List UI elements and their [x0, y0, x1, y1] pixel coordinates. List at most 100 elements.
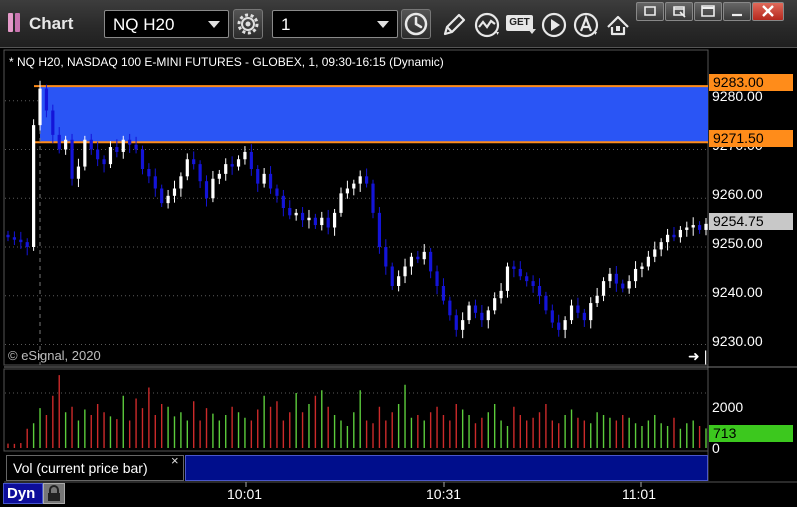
candle-body	[621, 283, 625, 289]
candle-body	[224, 164, 228, 174]
candle-body	[198, 164, 202, 182]
candle-body	[480, 312, 484, 321]
candle-body	[211, 178, 215, 199]
candle-body	[307, 217, 311, 221]
zone-upper-tag: 9283.00	[709, 74, 793, 91]
float-button[interactable]	[665, 2, 693, 21]
candle-body	[38, 88, 42, 126]
candle-body	[608, 273, 612, 282]
price-chart[interactable]	[0, 48, 797, 507]
candle-body	[25, 242, 29, 247]
price-tick-label: 9240.00	[712, 284, 763, 300]
candle-body	[531, 281, 535, 286]
candle-body	[313, 217, 317, 226]
candle-body	[441, 286, 446, 301]
candle-body	[140, 149, 145, 169]
candle-body	[537, 286, 542, 296]
candle-body	[281, 195, 285, 208]
candle-body	[589, 303, 593, 321]
candle-body	[217, 173, 221, 179]
copyright: © eSignal, 2020	[8, 348, 101, 363]
candle-body	[108, 147, 113, 165]
candle-body	[435, 271, 439, 286]
window-title: Chart	[29, 14, 74, 33]
candle-body	[563, 320, 567, 330]
study-bar[interactable]	[185, 455, 708, 481]
lock-icon	[48, 485, 60, 501]
candle-body	[51, 110, 55, 135]
candle-body	[339, 193, 343, 213]
candle-body	[582, 312, 586, 321]
candle-body	[377, 212, 382, 247]
time-tick-label: 10:31	[426, 486, 462, 502]
chevron-down-icon	[377, 21, 389, 28]
lock-button[interactable]	[43, 483, 65, 504]
candle-body	[422, 251, 426, 260]
candle-body	[653, 249, 657, 257]
settings-button[interactable]	[233, 9, 263, 39]
candle-body	[230, 164, 234, 167]
candle-body	[685, 227, 689, 230]
interval-value: 1	[281, 15, 291, 34]
time-template-button[interactable]	[401, 9, 431, 39]
candle-body	[672, 234, 676, 238]
candle-body	[326, 217, 330, 228]
candle-body	[83, 139, 87, 167]
candle-body	[128, 139, 132, 145]
candle-body	[275, 188, 279, 196]
chevron-down-icon	[528, 29, 536, 34]
scroll-to-end-icon[interactable]: ➜❘	[688, 348, 711, 365]
candle-body	[6, 234, 10, 238]
candle-body	[70, 139, 74, 179]
candle-body	[96, 149, 100, 160]
candle-body	[243, 151, 247, 160]
candle-body	[166, 195, 170, 204]
maximize-button[interactable]	[694, 2, 722, 21]
study-name: Vol (current price bar)	[13, 460, 148, 476]
play-icon[interactable]	[541, 12, 567, 38]
candle-body	[512, 266, 516, 269]
candle-body	[665, 234, 670, 243]
close-icon	[762, 5, 774, 17]
candle-body	[646, 256, 650, 267]
price-tick-label: 9260.00	[712, 186, 763, 202]
study-wave-icon[interactable]	[474, 12, 500, 38]
candle-body	[525, 276, 529, 282]
candle-body	[627, 281, 631, 289]
symbol-combobox[interactable]: NQ H20	[104, 10, 229, 38]
pencil-icon[interactable]	[441, 12, 467, 38]
candle-body	[550, 310, 554, 323]
candle-body	[371, 183, 375, 213]
candle-body	[544, 295, 548, 311]
zone-lower-tag: 9271.50	[709, 130, 793, 147]
candle-body	[256, 169, 260, 184]
candle-body	[614, 273, 618, 284]
study-tab-volume[interactable]: Vol (current price bar)	[6, 455, 184, 481]
candle-body	[147, 169, 151, 177]
candle-body	[704, 223, 708, 230]
candle-body	[409, 256, 414, 267]
candle-body	[601, 281, 606, 296]
candle-body	[467, 305, 471, 321]
interval-combobox[interactable]: 1	[272, 10, 398, 38]
candle-body	[320, 217, 324, 226]
close-button[interactable]	[752, 2, 784, 21]
close-study-icon[interactable]: ×	[171, 453, 179, 468]
chart-toolbar: Chart NQ H20 1 GET	[0, 0, 797, 48]
candle-body	[569, 305, 574, 321]
candle-body	[204, 181, 209, 199]
dynamic-button[interactable]: Dyn	[3, 483, 43, 504]
candle-body	[416, 256, 420, 260]
alert-icon[interactable]	[573, 12, 599, 38]
navigate-arrows-icon[interactable]	[605, 12, 631, 38]
price-tick-label: 9230.00	[712, 333, 763, 349]
last-price-tag: 9254.75	[709, 213, 793, 230]
candle-body	[64, 139, 68, 150]
candle-body	[172, 188, 177, 196]
minimize-button[interactable]	[723, 2, 751, 21]
restore-button[interactable]	[636, 2, 664, 21]
candle-body	[12, 237, 17, 240]
candle-body	[89, 139, 93, 150]
candle-body	[192, 159, 196, 165]
price-zone	[34, 85, 708, 144]
